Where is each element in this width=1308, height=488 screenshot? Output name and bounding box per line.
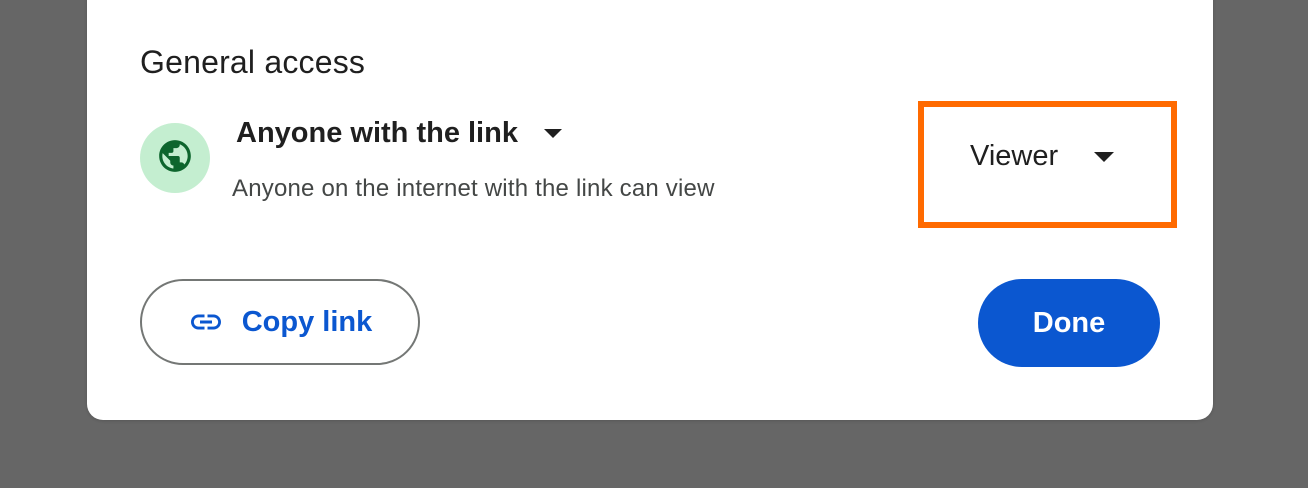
done-button[interactable]: Done xyxy=(978,279,1160,367)
section-title: General access xyxy=(140,44,366,80)
copy-link-label: Copy link xyxy=(241,305,373,338)
done-label: Done xyxy=(1032,306,1106,339)
link-access-description: Anyone on the internet with the link can… xyxy=(232,175,715,202)
chevron-down-icon xyxy=(543,129,562,138)
role-dropdown[interactable]: Viewer xyxy=(970,140,1115,173)
link-access-label: Anyone with the link xyxy=(236,117,518,149)
role-label: Viewer xyxy=(970,140,1059,172)
copy-link-button[interactable]: Copy link xyxy=(140,279,420,365)
chevron-down-icon xyxy=(1094,151,1115,162)
globe-avatar xyxy=(140,123,210,193)
link-icon xyxy=(188,304,224,340)
globe-icon xyxy=(156,137,194,180)
share-dialog: General access Anyone with the link Anyo… xyxy=(87,0,1213,420)
link-access-dropdown[interactable]: Anyone with the link xyxy=(236,117,562,150)
